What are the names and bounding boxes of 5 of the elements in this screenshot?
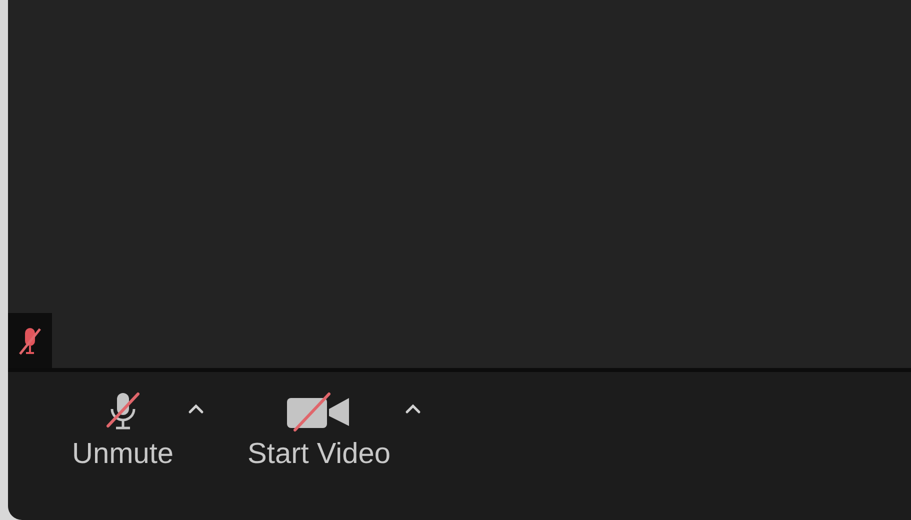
unmute-button[interactable]: Unmute: [72, 392, 174, 469]
start-video-button[interactable]: Start Video: [248, 392, 390, 469]
caret-icon[interactable]: [404, 404, 420, 414]
muted-microphone-icon: [17, 326, 43, 356]
caret-icon[interactable]: [188, 404, 204, 414]
